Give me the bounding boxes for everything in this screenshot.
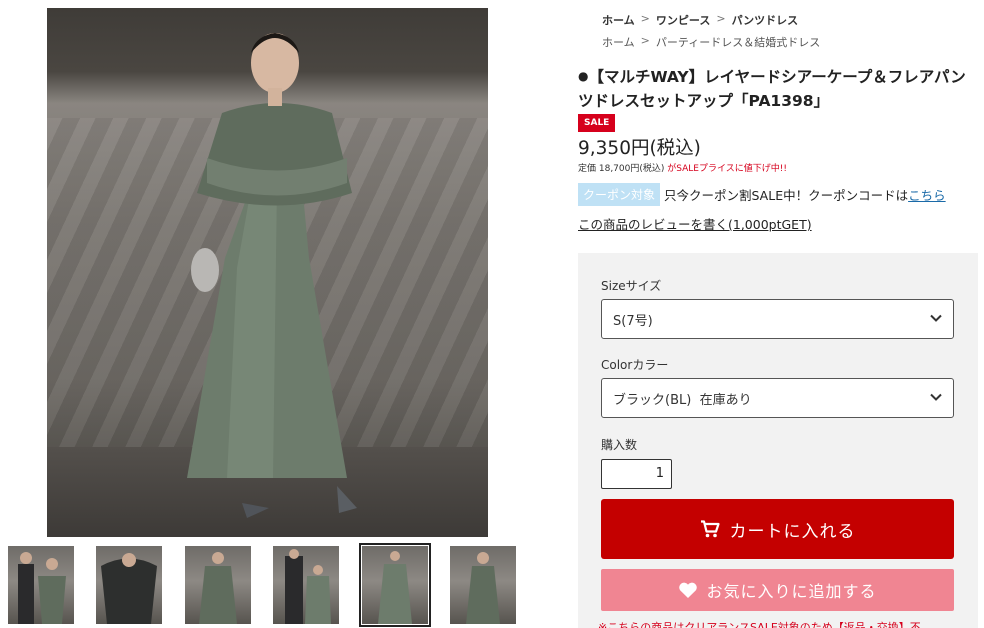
size-label: Sizeサイズ [601, 279, 662, 293]
breadcrumb-home-2[interactable]: ホーム [602, 34, 635, 50]
thumbnail-6[interactable] [450, 546, 516, 624]
add-to-cart-label: カートに入れる [729, 521, 856, 542]
coupon-row: クーポン対象 只今クーポン割SALE中！クーポンコードは こちら [578, 183, 946, 206]
clearance-notice: ※こちらの商品はクリアランスSALE対象のため【返品・交換】不 [598, 621, 921, 628]
sale-price: 9,350円(税込) [578, 138, 701, 159]
coupon-text: 只今クーポン割SALE中！クーポンコードは [664, 188, 909, 203]
thumbnail-image [101, 553, 157, 624]
thumbnail-3[interactable] [185, 546, 251, 624]
breadcrumb-pants-dress[interactable]: パンツドレス [732, 12, 799, 28]
purchase-panel: Sizeサイズ S(7号) Colorカラー ブラック(BL) 在庫あり 購入数… [578, 253, 978, 628]
title-bullet: ● [578, 69, 589, 83]
color-selected-value: ブラック(BL) 在庫あり [613, 392, 752, 408]
color-select[interactable]: ブラック(BL) 在庫あり [601, 378, 954, 418]
product-title: ●【マルチWAY】レイヤードシアーケープ＆フレアパンツドレスセットアップ「PA1… [578, 64, 978, 113]
chevron-down-icon [930, 393, 942, 401]
thumbnail-1[interactable] [8, 546, 74, 624]
breadcrumb-separator: > [640, 12, 650, 25]
thumbnail-strip [8, 543, 518, 627]
heart-icon [679, 582, 698, 598]
thumbnail-image [199, 552, 237, 624]
breadcrumb-onepiece[interactable]: ワンピース [656, 12, 710, 28]
color-label: Colorカラー [601, 358, 669, 372]
product-title-text: 【マルチWAY】レイヤードシアーケープ＆フレアパンツドレスセットアップ「PA13… [578, 68, 966, 110]
chevron-down-icon [930, 314, 942, 322]
quantity-label: 購入数 [601, 438, 638, 452]
breadcrumb-separator: > [716, 12, 726, 25]
write-review-link[interactable]: この商品のレビューを書く(1,000ptGET) [578, 214, 812, 233]
breadcrumb: ホーム > ワンピース > パンツドレス ホーム > パーティードレス＆結婚式ド… [602, 12, 820, 50]
add-to-favorites-label: お気に入りに追加する [706, 582, 877, 601]
coupon-tag: クーポン対象 [578, 183, 661, 206]
quantity-input[interactable]: 1 [601, 459, 672, 489]
model-figure [187, 33, 357, 518]
size-selected-value: S(7号) [613, 313, 653, 329]
coupon-link[interactable]: こちら [908, 185, 946, 204]
breadcrumb-separator: > [640, 34, 650, 47]
main-product-image[interactable] [47, 8, 488, 537]
breadcrumb-row-secondary: ホーム > パーティードレス＆結婚式ドレス [602, 34, 820, 50]
add-to-cart-button[interactable]: カートに入れる [601, 499, 954, 559]
thumbnail-2[interactable] [96, 546, 162, 624]
thumbnail-image [378, 551, 412, 624]
thumbnail-4[interactable] [273, 546, 339, 624]
thumbnail-5[interactable] [359, 543, 431, 627]
breadcrumb-home[interactable]: ホーム [602, 12, 635, 28]
thumbnail-image [18, 552, 66, 624]
thumbnail-image [285, 549, 331, 624]
size-select[interactable]: S(7号) [601, 299, 954, 339]
regular-price-line: 定価 18,700円(税込) がSALEプライスに値下げ中!! [578, 161, 787, 174]
cart-icon [700, 520, 720, 538]
sale-badge: SALE [578, 114, 616, 132]
sale-note: がSALEプライスに値下げ中!! [667, 164, 787, 174]
thumbnail-image [466, 552, 500, 624]
add-to-favorites-button[interactable]: お気に入りに追加する [601, 569, 954, 611]
regular-price: 定価 18,700円(税込) [578, 164, 665, 174]
breadcrumb-row-primary: ホーム > ワンピース > パンツドレス [602, 12, 820, 28]
breadcrumb-party-dress[interactable]: パーティードレス＆結婚式ドレス [656, 34, 820, 50]
